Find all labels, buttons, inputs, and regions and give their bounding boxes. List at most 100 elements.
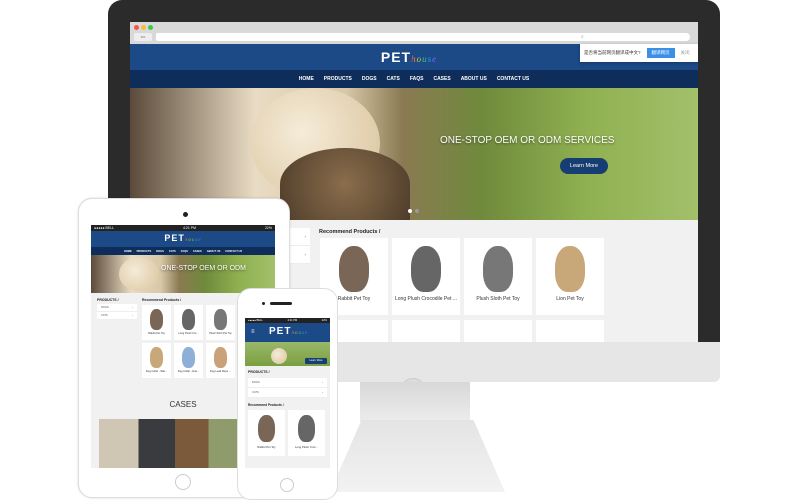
slider-dot-active[interactable] bbox=[408, 209, 412, 213]
product-name: Dog Collar - Ena... bbox=[177, 369, 200, 373]
product-image bbox=[149, 346, 164, 368]
close-popup-button[interactable]: 关闭 bbox=[681, 50, 690, 56]
product-image bbox=[298, 414, 315, 443]
tablet-nav: HOME PRODUCTS DOGS CATS FAQS CASES ABOUT… bbox=[91, 247, 275, 255]
product-card[interactable]: Dog Collar - Ena... bbox=[174, 343, 203, 378]
tablet-sidebar: DOGS › CATS › bbox=[97, 304, 137, 320]
nav-contact[interactable]: CONTACT US bbox=[497, 76, 529, 82]
product-image bbox=[181, 308, 196, 330]
product-card[interactable]: Rabbit Pet Toy bbox=[248, 410, 285, 456]
product-card[interactable]: Long Plush Croc... bbox=[288, 410, 325, 456]
product-image bbox=[181, 346, 196, 368]
category-label: DOGS bbox=[252, 381, 260, 384]
nav-products[interactable]: PRODUCTS bbox=[324, 76, 352, 82]
battery: 22% bbox=[321, 319, 327, 322]
menu-icon[interactable]: ≡ bbox=[251, 329, 255, 335]
product-image bbox=[338, 245, 370, 292]
product-card[interactable]: Long Plush Crocodile Pet ... bbox=[392, 238, 460, 315]
monitor-stand bbox=[330, 420, 505, 492]
product-card[interactable]: Dog Lead Rope ... bbox=[206, 343, 235, 378]
tablet-home-button[interactable] bbox=[175, 474, 191, 490]
nav-about[interactable]: ABOUT US bbox=[207, 250, 221, 253]
nav-faqs[interactable]: FAQS bbox=[410, 76, 424, 82]
product-card[interactable]: Dog Collar - Wat... bbox=[142, 343, 171, 378]
product-name: Dog Lead Rope ... bbox=[209, 369, 232, 373]
logo-script: house bbox=[184, 238, 202, 243]
product-name: Long Plush Crocodile Pet ... bbox=[395, 296, 457, 303]
category-label: DOGS bbox=[101, 306, 109, 309]
nav-faqs[interactable]: FAQS bbox=[181, 250, 188, 253]
product-card[interactable] bbox=[464, 320, 532, 342]
nav-cases[interactable]: CASES bbox=[433, 76, 450, 82]
nav-about[interactable]: ABOUT US bbox=[461, 76, 487, 82]
product-card[interactable]: Plush Sloth Pet Toy bbox=[464, 238, 532, 315]
recommend-heading: Recommend Products / bbox=[248, 403, 284, 407]
close-window-icon[interactable] bbox=[134, 25, 139, 30]
product-card[interactable]: Long Plush Cro... bbox=[174, 305, 203, 340]
phone-home-button[interactable] bbox=[280, 478, 294, 492]
phone-hero: Learn More bbox=[245, 342, 330, 366]
browser-search-input[interactable]: ⌕ bbox=[578, 33, 690, 41]
hero-title: ONE-STOP OEM OR ODM bbox=[161, 265, 246, 272]
time: 4:21 PM bbox=[287, 319, 298, 322]
hero-dog-image bbox=[271, 348, 287, 364]
product-card[interactable]: Rabbit Pet Toy bbox=[142, 305, 171, 340]
product-image bbox=[213, 346, 228, 368]
product-name: Long Plush Croc... bbox=[294, 444, 318, 449]
phone-logo[interactable]: PEThouse bbox=[269, 326, 308, 337]
product-image bbox=[410, 245, 442, 292]
tablet-logo[interactable]: PEThouse bbox=[91, 233, 275, 243]
slider-dot[interactable] bbox=[415, 209, 419, 213]
product-name: Dog Collar - Wat... bbox=[145, 369, 168, 373]
phone-header: ≡ PEThouse bbox=[245, 323, 330, 342]
time: 4:21 PM bbox=[183, 226, 197, 230]
logo-script: house bbox=[291, 331, 309, 336]
product-image bbox=[149, 308, 164, 330]
learn-more-button[interactable]: Learn More bbox=[305, 358, 327, 364]
product-image bbox=[482, 245, 514, 292]
address-bar[interactable] bbox=[156, 33, 596, 41]
translate-button[interactable]: 翻译网页 bbox=[646, 48, 675, 58]
tablet-header: PEThouse bbox=[91, 231, 275, 247]
nav-cases[interactable]: CASES bbox=[193, 250, 202, 253]
maximize-window-icon[interactable] bbox=[148, 25, 153, 30]
tablet-camera bbox=[183, 212, 188, 217]
product-name: Lion Pet Toy bbox=[556, 296, 584, 303]
carrier: ●●●●● BELL bbox=[94, 226, 115, 230]
phone-camera bbox=[262, 302, 265, 305]
nav-home[interactable]: HOME bbox=[124, 250, 132, 253]
product-card[interactable]: Lion Pet Toy bbox=[536, 238, 604, 315]
product-name: Long Plush Cro... bbox=[178, 331, 199, 335]
product-card[interactable] bbox=[536, 320, 604, 342]
nav-products[interactable]: PRODUCTS bbox=[137, 250, 152, 253]
nav-dogs[interactable]: DOGS bbox=[362, 76, 377, 82]
logo-text: PET bbox=[164, 233, 185, 243]
nav-home[interactable]: HOME bbox=[299, 76, 314, 82]
logo-script: house bbox=[411, 54, 438, 64]
battery: 22% bbox=[264, 226, 272, 230]
category-dogs[interactable]: DOGS › bbox=[97, 304, 137, 312]
back-forward-buttons[interactable]: ◂ ▸ bbox=[134, 33, 152, 41]
nav-cats[interactable]: CATS bbox=[169, 250, 176, 253]
category-dogs[interactable]: DOGS › bbox=[248, 378, 327, 388]
translate-popup: 是否将当前网页翻译成中文? 翻译网页 关闭 bbox=[580, 44, 698, 62]
phone-speaker bbox=[270, 302, 292, 305]
product-card[interactable]: Plush Sloth Pet Toy bbox=[206, 305, 235, 340]
hero-dog-image bbox=[119, 257, 159, 291]
category-cats[interactable]: CATS › bbox=[248, 388, 327, 398]
cases-images[interactable] bbox=[99, 419, 245, 468]
hero-title: ONE-STOP OEM OR ODM SERVICES bbox=[440, 135, 615, 146]
hero-cat-image bbox=[280, 148, 410, 220]
category-label: CATS bbox=[101, 314, 108, 317]
logo-text: PET bbox=[380, 49, 412, 65]
nav-cats[interactable]: CATS bbox=[387, 76, 400, 82]
phone-screen: ●●●●● BELL 4:21 PM 22% ≡ PEThouse Learn Mo… bbox=[245, 318, 330, 468]
minimize-window-icon[interactable] bbox=[141, 25, 146, 30]
learn-more-button[interactable]: Learn More bbox=[560, 158, 608, 174]
product-name: Plush Sloth Pet Toy bbox=[476, 296, 520, 303]
nav-dogs[interactable]: DOGS bbox=[156, 250, 164, 253]
category-cats[interactable]: CATS › bbox=[97, 312, 137, 320]
nav-contact[interactable]: CONTACT US bbox=[225, 250, 242, 253]
product-card[interactable] bbox=[392, 320, 460, 342]
logo-text: PET bbox=[269, 326, 292, 337]
